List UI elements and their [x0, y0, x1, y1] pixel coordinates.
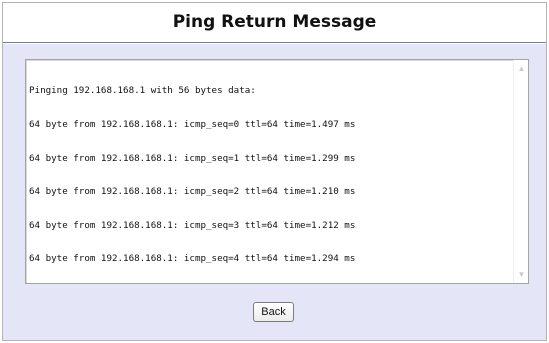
ping-output-line: 64 byte from 192.168.168.1: icmp_seq=4 t… — [29, 253, 356, 265]
chevron-down-icon[interactable]: ▼ — [517, 270, 526, 279]
page-title: Ping Return Message — [172, 12, 377, 32]
ping-output-line: 64 byte from 192.168.168.1: icmp_seq=1 t… — [29, 152, 356, 164]
back-button[interactable]: Back — [253, 302, 294, 322]
ping-output-textarea[interactable]: Pinging 192.168.168.1 with 56 bytes data… — [25, 59, 529, 284]
ping-output-line: 64 byte from 192.168.168.1: icmp_seq=3 t… — [29, 219, 356, 231]
ping-output-line: 64 byte from 192.168.168.1: icmp_seq=2 t… — [29, 186, 356, 198]
ping-output-text: Pinging 192.168.168.1 with 56 bytes data… — [29, 63, 513, 280]
ping-output-line: 64 byte from 192.168.168.1: icmp_seq=0 t… — [29, 119, 356, 131]
chevron-up-icon[interactable]: ▲ — [517, 64, 526, 73]
result-panel: Pinging 192.168.168.1 with 56 bytes data… — [3, 44, 546, 340]
title-band: Ping Return Message — [3, 3, 546, 43]
ping-result-window: Ping Return Message Pinging 192.168.168.… — [2, 2, 547, 341]
vertical-scrollbar[interactable]: ▲ ▼ — [513, 60, 528, 283]
ping-output-line: Pinging 192.168.168.1 with 56 bytes data… — [29, 85, 256, 97]
